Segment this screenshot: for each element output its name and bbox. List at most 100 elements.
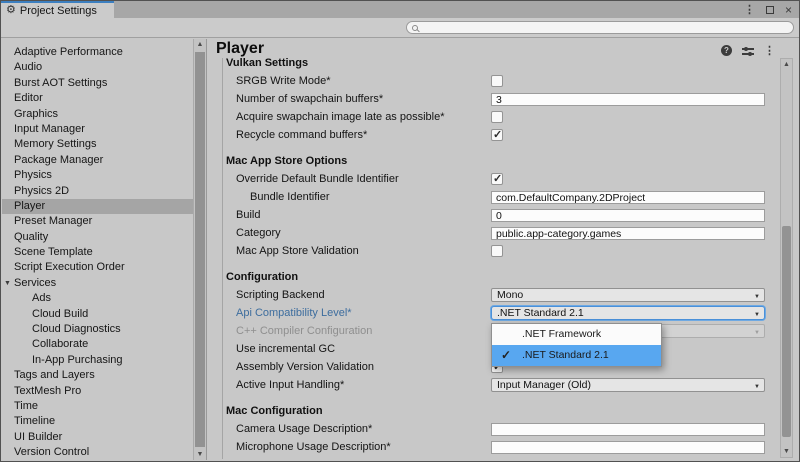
setting-row-camera-usage-description: Camera Usage Description* <box>223 420 777 438</box>
setting-label: Number of swapchain buffers* <box>236 93 384 105</box>
sidebar-item-physics[interactable]: Physics <box>2 168 193 183</box>
setting-value <box>491 190 765 204</box>
sidebar-item-label: Timeline <box>14 415 56 428</box>
scroll-up-icon[interactable]: ▲ <box>194 39 206 50</box>
section-title: Mac App Store Options <box>226 155 348 167</box>
project-settings-window: ⚙ Project Settings ⋮ × Adaptive Performa… <box>0 0 800 462</box>
setting-row-category: Category <box>223 224 777 242</box>
dropdown-value: .NET Standard 2.1 <box>497 307 584 319</box>
sidebar-item-label: Tags and Layers <box>14 369 95 382</box>
sidebar-item-burst-aot-settings[interactable]: Burst AOT Settings <box>2 76 193 91</box>
dropdown-active-input-handling[interactable]: Input Manager (Old) <box>491 378 765 392</box>
sidebar-item-label: Memory Settings <box>14 138 97 151</box>
setting-label: Api Compatibility Level* <box>236 307 352 319</box>
scroll-down-icon[interactable]: ▼ <box>781 446 792 457</box>
sidebar-item-ui-builder[interactable]: UI Builder <box>2 430 193 445</box>
sidebar-item-ads[interactable]: Ads <box>2 291 193 306</box>
dropdown-api-compatibility-level[interactable]: .NET Standard 2.1 <box>491 306 765 320</box>
text-field-category[interactable] <box>491 227 765 240</box>
sidebar-item-adaptive-performance[interactable]: Adaptive Performance <box>2 45 193 60</box>
sidebar-item-editor[interactable]: Editor <box>2 91 193 106</box>
sidebar-item-cloud-diagnostics[interactable]: Cloud Diagnostics <box>2 322 193 337</box>
checkbox-srgb-write-mode[interactable] <box>491 75 503 87</box>
setting-row-number-of-swapchain-buffers: Number of swapchain buffers* <box>223 90 777 108</box>
sidebar-item-label: In-App Purchasing <box>32 353 123 366</box>
sidebar-item-preset-manager[interactable]: Preset Manager <box>2 214 193 229</box>
settings-sections: Vulkan Settings SRGB Write Mode* Number of… <box>222 58 777 459</box>
tab-strip: ⚙ Project Settings ⋮ × <box>1 1 799 18</box>
sidebar-item-script-execution-order[interactable]: Script Execution Order <box>2 260 193 275</box>
foldout-triangle-icon[interactable]: ▼ <box>4 276 11 291</box>
maximize-icon[interactable] <box>765 5 774 14</box>
text-field-bundle-identifier[interactable] <box>491 191 765 204</box>
checkbox-acquire-swapchain-image-late-as-possible[interactable] <box>491 111 503 123</box>
text-field-build[interactable] <box>491 209 765 222</box>
content-scrollbar[interactable]: ▲ ▼ <box>780 58 793 458</box>
dropdown-popup: .NET Framework ✓ .NET Standard 2.1 <box>491 323 662 367</box>
search-box[interactable] <box>406 21 794 34</box>
scroll-down-icon[interactable]: ▼ <box>194 449 206 460</box>
sidebar-item-memory-settings[interactable]: Memory Settings <box>2 137 193 152</box>
setting-row-mac-app-store-validation: Mac App Store Validation <box>223 242 777 260</box>
setting-label: Build <box>236 209 261 221</box>
sidebar-item-graphics[interactable]: Graphics <box>2 107 193 122</box>
dropdown-scripting-backend[interactable]: Mono <box>491 288 765 302</box>
kebab-menu-icon[interactable]: ⋮ <box>764 44 775 57</box>
checkbox-mac-app-store-validation[interactable] <box>491 245 503 257</box>
scroll-up-icon[interactable]: ▲ <box>781 59 792 70</box>
scrollbar-thumb[interactable] <box>782 226 791 438</box>
settings-content: Player ? ⋮ Vulkan Settings SRGB Write Mod… <box>207 39 798 460</box>
sidebar-item-services[interactable]: ▼ Services <box>2 276 193 291</box>
text-field-microphone-usage-description[interactable] <box>491 441 765 454</box>
sidebar-item-scene-template[interactable]: Scene Template <box>2 245 193 260</box>
scrollbar-thumb[interactable] <box>195 52 205 447</box>
sidebar-item-tags-and-layers[interactable]: Tags and Layers <box>2 368 193 383</box>
setting-value <box>491 244 765 258</box>
text-field-number-of-swapchain-buffers[interactable] <box>491 93 765 106</box>
sidebar-item-player[interactable]: Player <box>2 198 193 215</box>
sidebar-scrollbar[interactable]: ▲ ▼ <box>193 39 206 460</box>
sidebar-item-label: Physics 2D <box>14 184 70 197</box>
settings-sidebar: Adaptive Performance Audio Burst AOT Setti… <box>2 39 207 460</box>
checkbox-recycle-command-buffers[interactable] <box>491 128 503 141</box>
sidebar-item-cloud-build[interactable]: Cloud Build <box>2 307 193 322</box>
search-input[interactable] <box>418 22 793 33</box>
setting-value <box>491 74 765 88</box>
sidebar-item-time[interactable]: Time <box>2 399 193 414</box>
sidebar-item-input-manager[interactable]: Input Manager <box>2 122 193 137</box>
window-menu-icon[interactable]: ⋮ <box>744 3 755 16</box>
setting-value <box>491 128 765 142</box>
sidebar-item-label: Input Manager <box>14 122 85 135</box>
checkbox-override-default-bundle-identifier[interactable] <box>491 172 503 185</box>
sidebar-item-label: UI Builder <box>14 430 63 443</box>
help-icon[interactable]: ? <box>721 45 732 56</box>
dropdown-option-net-standard-2-1[interactable]: ✓ .NET Standard 2.1 <box>492 345 661 366</box>
preset-icon[interactable] <box>742 46 754 56</box>
sidebar-item-label: Preset Manager <box>14 215 93 228</box>
close-icon[interactable]: × <box>785 4 792 16</box>
dropdown-option-net-framework[interactable]: .NET Framework <box>492 324 661 345</box>
sidebar-item-collaborate[interactable]: Collaborate <box>2 337 193 352</box>
sidebar-item-label: Physics <box>14 169 52 182</box>
sidebar-item-label: Time <box>14 399 39 412</box>
gear-icon: ⚙ <box>6 4 16 16</box>
setting-value <box>491 110 765 124</box>
sidebar-item-label: Cloud Diagnostics <box>32 323 121 336</box>
setting-label: Active Input Handling* <box>236 379 345 391</box>
sidebar-item-label: Services <box>14 276 57 289</box>
sidebar-item-version-control[interactable]: Version Control <box>2 445 193 460</box>
tab-project-settings[interactable]: ⚙ Project Settings <box>1 1 114 18</box>
section-mac-app-store-options: Mac App Store Options Override Default Bu… <box>223 152 777 260</box>
sidebar-item-audio[interactable]: Audio <box>2 60 193 75</box>
text-field-camera-usage-description[interactable] <box>491 423 765 436</box>
setting-label: Recycle command buffers* <box>236 129 368 141</box>
sidebar-item-in-app-purchasing[interactable]: In-App Purchasing <box>2 353 193 368</box>
setting-label: Assembly Version Validation <box>236 361 374 373</box>
search-icon <box>412 24 418 31</box>
setting-label: Mac App Store Validation <box>236 245 359 257</box>
sidebar-item-textmesh-pro[interactable]: TextMesh Pro <box>2 384 193 399</box>
sidebar-item-quality[interactable]: Quality <box>2 230 193 245</box>
sidebar-item-package-manager[interactable]: Package Manager <box>2 153 193 168</box>
sidebar-item-timeline[interactable]: Timeline <box>2 414 193 429</box>
sidebar-item-physics-2d[interactable]: Physics 2D <box>2 184 193 199</box>
